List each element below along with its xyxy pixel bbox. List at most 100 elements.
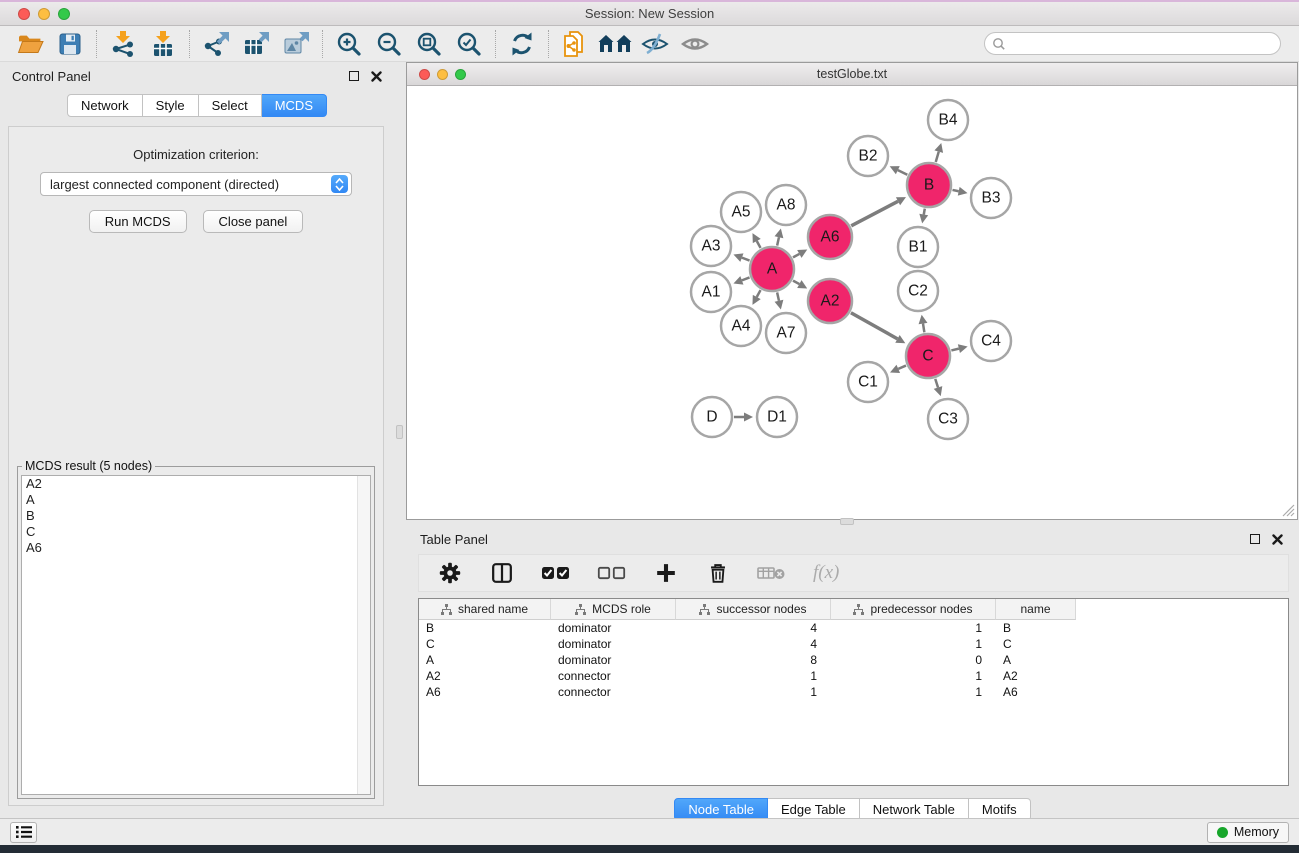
result-item[interactable]: C [22,524,370,540]
graph-edge-B-B1[interactable] [919,209,928,224]
graph-node-D[interactable]: D [692,397,732,437]
select-all-button[interactable] [541,558,571,588]
show-all-button[interactable] [675,28,715,60]
table-options-button[interactable] [437,558,463,588]
tab-style[interactable]: Style [143,94,199,117]
unselect-all-button[interactable] [597,558,627,588]
table-row[interactable]: Bdominator41B [419,620,1288,636]
graph-edge-C-C2[interactable] [919,315,928,333]
import-network-button[interactable] [103,28,143,60]
cell-MCDS-role[interactable]: dominator [551,621,676,635]
cell-MCDS-role[interactable]: connector [551,685,676,699]
graph-node-A4[interactable]: A4 [721,306,761,346]
graph-node-C[interactable]: C [906,334,950,378]
graph-node-A[interactable]: A [750,247,794,291]
cell-predecessor-nodes[interactable]: 1 [831,685,996,699]
cell-shared-name[interactable]: A2 [419,669,551,683]
graph-node-A6[interactable]: A6 [808,215,852,259]
close-table-panel-icon[interactable] [1272,534,1283,545]
graph-edge-C-C3[interactable] [934,379,943,396]
graph-edge-B-B3[interactable] [952,187,967,196]
tab-network[interactable]: Network [67,94,143,117]
graph-node-A1[interactable]: A1 [691,272,731,312]
network-window-titlebar[interactable]: testGlobe.txt [407,63,1297,86]
search-field[interactable] [984,32,1281,55]
export-network-button[interactable] [196,28,236,60]
graph-node-A5[interactable]: A5 [721,192,761,232]
criterion-select[interactable]: largest connected component (directed) [40,172,352,196]
cell-successor-nodes[interactable]: 4 [676,637,831,651]
graph-node-A7[interactable]: A7 [766,313,806,353]
graph-edge-A-A5[interactable] [752,233,760,248]
result-scrollbar[interactable] [357,476,370,794]
graph-node-B2[interactable]: B2 [848,136,888,176]
float-panel-icon[interactable] [349,71,359,81]
float-table-panel-icon[interactable] [1250,534,1260,544]
tab-select[interactable]: Select [199,94,262,117]
column-header-successor-nodes[interactable]: successor nodes [676,599,831,620]
cell-predecessor-nodes[interactable]: 1 [831,637,996,651]
graph-node-B[interactable]: B [907,163,951,207]
cell-MCDS-role[interactable]: dominator [551,653,676,667]
graph-node-A2[interactable]: A2 [808,279,852,323]
task-history-button[interactable] [10,822,37,843]
graph-edge-A6-B[interactable] [851,197,906,226]
delete-table-button[interactable] [757,558,787,588]
table-row[interactable]: A6connector11A6 [419,684,1288,700]
close-panel-button[interactable]: Close panel [203,210,304,233]
cell-name[interactable]: A6 [996,685,1076,699]
graph-edge-A-A2[interactable] [793,280,807,288]
function-builder-button[interactable]: f(x) [813,558,839,588]
close-panel-icon[interactable] [371,71,382,82]
horizontal-splitter-handle[interactable] [840,518,854,525]
show-columns-button[interactable] [489,558,515,588]
table-row[interactable]: Adominator80A [419,652,1288,668]
cell-shared-name[interactable]: A6 [419,685,551,699]
tab-mcds[interactable]: MCDS [262,94,327,117]
graph-edge-C-C4[interactable] [951,344,967,353]
cell-predecessor-nodes[interactable]: 1 [831,621,996,635]
zoom-selected-button[interactable] [449,28,489,60]
cell-shared-name[interactable]: A [419,653,551,667]
cell-name[interactable]: C [996,637,1076,651]
search-input[interactable] [1006,35,1280,53]
cell-name[interactable]: A [996,653,1076,667]
graph-node-C1[interactable]: C1 [848,362,888,402]
graph-node-A3[interactable]: A3 [691,226,731,266]
result-item[interactable]: A6 [22,540,370,556]
column-header-shared-name[interactable]: shared name [419,599,551,620]
graph-node-B1[interactable]: B1 [898,227,938,267]
graph-edge-A-A4[interactable] [752,290,760,305]
new-network-from-selection-button[interactable] [555,28,595,60]
graph-edge-A-A7[interactable] [775,292,784,309]
graph-node-C4[interactable]: C4 [971,321,1011,361]
cell-name[interactable]: A2 [996,669,1076,683]
resize-grip-icon[interactable] [1282,504,1295,517]
import-table-button[interactable] [143,28,183,60]
save-session-button[interactable] [50,28,90,60]
network-canvas[interactable]: B4B2BB3A8A5A6A3B1AA1C2A2A4A7C4CC1C3DD1 [407,86,1297,519]
run-mcds-button[interactable]: Run MCDS [89,210,187,233]
result-item[interactable]: A [22,492,370,508]
memory-button[interactable]: Memory [1207,822,1289,843]
zoom-in-button[interactable] [329,28,369,60]
graph-edge-A2-C[interactable] [851,313,905,344]
cell-MCDS-role[interactable]: dominator [551,637,676,651]
graph-node-B4[interactable]: B4 [928,100,968,140]
delete-column-button[interactable] [705,558,731,588]
cell-shared-name[interactable]: C [419,637,551,651]
export-image-button[interactable] [276,28,316,60]
export-table-button[interactable] [236,28,276,60]
create-column-button[interactable] [653,558,679,588]
cell-MCDS-role[interactable]: connector [551,669,676,683]
graph-edge-B-B2[interactable] [890,166,908,175]
vertical-splitter-handle[interactable] [396,425,403,439]
cell-shared-name[interactable]: B [419,621,551,635]
first-neighbors-button[interactable] [595,28,635,60]
cell-predecessor-nodes[interactable]: 1 [831,669,996,683]
cell-successor-nodes[interactable]: 8 [676,653,831,667]
zoom-out-button[interactable] [369,28,409,60]
graph-edge-B-B4[interactable] [934,143,943,162]
graph-edge-C-C1[interactable] [890,365,906,373]
column-header-predecessor-nodes[interactable]: predecessor nodes [831,599,996,620]
